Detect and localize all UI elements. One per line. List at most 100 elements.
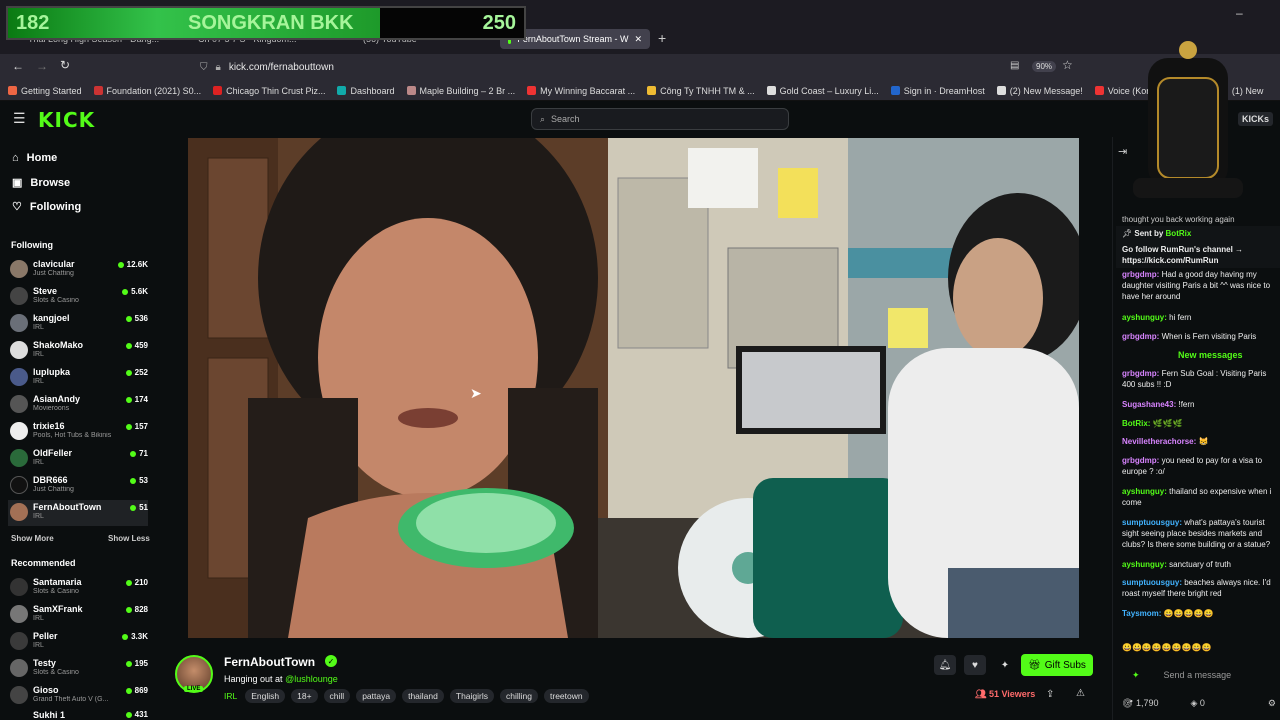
search-input[interactable]: ⌕ Search — [531, 108, 789, 130]
tag-chip[interactable]: treetown — [544, 689, 589, 703]
chat-text: sanctuary of truth — [1169, 560, 1231, 569]
gift-subs-button[interactable]: 🎁︎ Gift Subs — [1021, 654, 1093, 676]
bookmark-item[interactable]: Công Ty TNHH TM & ... — [647, 86, 755, 96]
bookmark-item[interactable]: (2) New Message! — [996, 86, 1083, 96]
chat-message: sumptuousguy: what's pattaya's tourist s… — [1122, 517, 1280, 550]
sidebar-channel[interactable]: luplupka IRL 252 — [8, 365, 148, 391]
clip-button[interactable]: ✦ — [994, 655, 1016, 675]
sidebar-item-browse[interactable]: ▣ Browse — [12, 176, 70, 190]
show-more-button[interactable]: Show More — [11, 534, 54, 543]
chat-username[interactable]: BotRix: — [1122, 419, 1150, 428]
live-dot-icon — [125, 369, 132, 376]
sidebar-channel[interactable]: Testy Slots & Casino 195 — [8, 656, 148, 682]
live-dot-icon — [125, 315, 132, 322]
reader-view-icon[interactable]: ▤ — [1010, 60, 1019, 71]
chat-username[interactable]: grbgdmp: — [1122, 332, 1159, 341]
reload-icon[interactable]: ↻ — [60, 58, 70, 72]
notification-bell-button[interactable]: 🔔︎ — [934, 655, 956, 675]
shield-icon: ⛉ — [200, 61, 208, 73]
sidebar-channel[interactable]: AsianAndy Movieroons 174 — [8, 392, 148, 418]
share-icon[interactable]: ⇪ — [1046, 689, 1054, 700]
sidebar-channel[interactable]: Steve Slots & Casino 5.6K — [8, 284, 148, 310]
show-less-button[interactable]: Show Less — [108, 534, 150, 543]
bookmark-item[interactable]: Dashboard — [337, 86, 395, 96]
bookmark-item[interactable]: My Winning Baccarat ... — [527, 86, 635, 96]
sidebar-item-home[interactable]: ⌂ Home — [12, 152, 57, 164]
chat-input[interactable]: ✦ Send a message — [1122, 666, 1280, 684]
menu-icon[interactable]: ☰ — [13, 110, 26, 127]
video-player[interactable]: ➤ — [188, 138, 1079, 638]
kicks-balance[interactable]: ◈ 0 — [1190, 698, 1204, 709]
sidebar-channel[interactable]: clavicular Just Chatting 12.6K — [8, 257, 148, 283]
avatar — [10, 287, 28, 305]
chat-username[interactable]: Nevilletherachorse: — [1122, 437, 1196, 446]
kick-logo[interactable]: KICK — [38, 108, 95, 132]
collapse-chat-icon[interactable]: ⇥ — [1118, 145, 1127, 158]
bookmark-item[interactable]: Foundation (2021) S0... — [93, 85, 202, 96]
chat-text: 😀😀😀😀😀 — [1163, 609, 1214, 618]
points-icon: 🎯︎ — [1122, 697, 1134, 708]
chat-username[interactable]: grbgdmp: — [1122, 456, 1159, 465]
forward-icon[interactable]: → — [36, 59, 48, 73]
tag-chip[interactable]: thailand — [402, 689, 444, 703]
chat-username[interactable]: ayshunguy: — [1122, 487, 1167, 496]
chat-username[interactable]: grbgdmp: — [1122, 369, 1159, 378]
channel-name: FernAboutTown — [33, 502, 102, 512]
streamer-name[interactable]: FernAboutTown — [224, 655, 315, 669]
chat-username[interactable]: sumptuousguy: — [1122, 578, 1182, 587]
new-tab-icon[interactable]: + — [658, 30, 666, 46]
drama-icon — [1094, 86, 1104, 95]
sidebar-channel[interactable]: OldFeller IRL 71 — [8, 446, 148, 472]
avatar — [10, 686, 28, 704]
chat-username[interactable]: sumptuousguy: — [1122, 518, 1182, 527]
chat-username[interactable]: Sugashane43: — [1122, 400, 1176, 409]
chat-username[interactable]: Taysmom: — [1122, 609, 1161, 618]
chat-message: Taysmom: 😀😀😀😀😀 — [1122, 608, 1280, 619]
tag-chip[interactable]: chilling — [500, 689, 538, 703]
tag-chip[interactable]: Thaigirls — [449, 689, 494, 703]
minimize-icon[interactable]: – — [1236, 6, 1243, 20]
sidebar-channel[interactable]: trixie16 Pools, Hot Tubs & Bikinis 157 — [8, 419, 148, 445]
tag-chip[interactable]: chill — [323, 689, 351, 703]
tag-chip[interactable]: pattaya — [356, 689, 397, 703]
pinned-user[interactable]: BotRix — [1166, 229, 1192, 238]
bookmark-item[interactable]: Sign in · DreamHost — [890, 86, 985, 96]
bookmark-item[interactable]: Getting Started — [8, 86, 82, 96]
avatar — [10, 368, 28, 386]
sidebar-channel[interactable]: Santamaria Slots & Casino 210 — [8, 575, 148, 601]
sidebar-item-following[interactable]: ♡ Following — [12, 200, 81, 214]
settings-gear-icon[interactable]: ⚙ — [1268, 698, 1276, 709]
chat-username[interactable]: ayshunguy: — [1122, 560, 1167, 569]
chat-username[interactable]: grbgdmp: — [1122, 270, 1159, 279]
sidebar-channel[interactable]: Sukhi 1 431 — [8, 710, 148, 720]
sidebar-channel[interactable]: ShakoMako IRL 459 — [8, 338, 148, 364]
bookmark-star-icon[interactable]: ☆ — [1062, 58, 1073, 72]
zoom-level[interactable]: 90% — [1032, 61, 1057, 72]
tag-chip[interactable]: 18+ — [291, 689, 318, 703]
category-link[interactable]: IRL — [224, 691, 237, 701]
new-messages-divider[interactable]: New messages — [1178, 350, 1243, 360]
address-bar[interactable]: ⛉ 🔒︎ kick.com/fernabouttown — [200, 57, 1020, 77]
report-icon[interactable]: ⚠ — [1076, 688, 1085, 699]
sidebar-channel[interactable]: SamXFrank IRL 828 — [8, 602, 148, 628]
sidebar-channel-active[interactable]: FernAboutTown IRL 51 — [8, 500, 148, 526]
close-tab-icon[interactable]: ✕ — [634, 34, 642, 45]
sidebar-channel[interactable]: Gioso Grand Theft Auto V (G... 869 — [8, 683, 148, 709]
bookmark-item[interactable]: Gold Coast – Luxury Li... — [766, 86, 879, 96]
follow-button[interactable]: ♥ — [964, 655, 986, 675]
chat-footer: 🎯︎ 1,790 ◈ 0 ⚙ — [1122, 696, 1280, 710]
sidebar-channel[interactable]: kangjoel IRL 536 — [8, 311, 148, 337]
bookmark-label: Foundation (2021) S0... — [106, 85, 202, 96]
sidebar-channel[interactable]: DBR666 Just Chatting 53 — [8, 473, 148, 499]
viewer-count: 252 — [125, 368, 148, 377]
points-display[interactable]: 🎯︎ 1,790 — [1122, 698, 1158, 709]
sidebar-channel[interactable]: Peller IRL 3.3K — [8, 629, 148, 655]
stream-title-link[interactable]: @lushlounge — [285, 674, 338, 684]
bookmark-item[interactable]: Maple Building – 2 Br ... — [406, 86, 515, 96]
bookmark-item[interactable]: Chicago Thin Crust Piz... — [213, 86, 325, 96]
tag-chip[interactable]: English — [245, 689, 286, 703]
chat-message: BotRix: 🌿🌿🌿 — [1122, 418, 1280, 429]
back-icon[interactable]: ← — [12, 59, 24, 73]
pinned-header: 📌︎ Sent by BotRix — [1122, 228, 1280, 239]
chat-username[interactable]: ayshunguy: — [1122, 313, 1167, 322]
